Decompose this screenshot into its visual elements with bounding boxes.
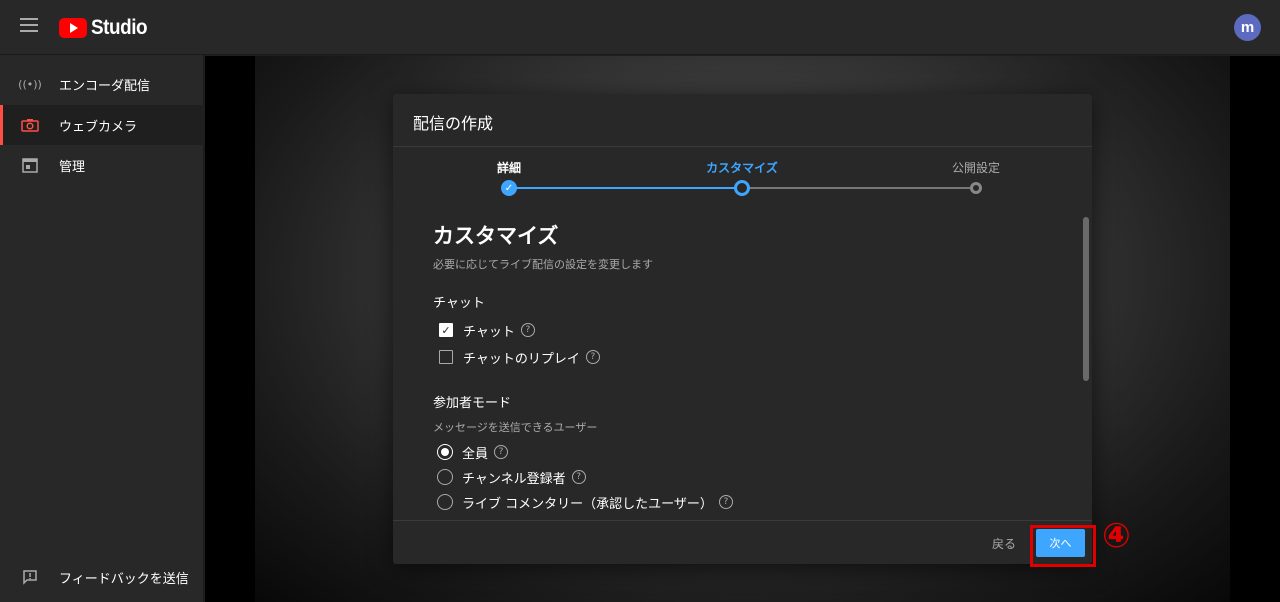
section-heading: カスタマイズ — [433, 224, 559, 248]
studio-logo[interactable]: Studio — [59, 16, 153, 40]
broadcast-icon: ((•)) — [18, 77, 42, 91]
logo-text: Studio — [91, 16, 148, 39]
section-description: 必要に応じてライブ配信の設定を変更します — [433, 258, 653, 271]
step-customize-label[interactable]: カスタマイズ — [706, 159, 778, 176]
sidebar-item-label: 管理 — [59, 159, 86, 175]
step-todo-dot — [970, 182, 982, 194]
commentary-radio[interactable] — [437, 494, 453, 510]
help-icon[interactable]: ? — [718, 495, 733, 509]
dialog-scrollbar[interactable] — [1083, 217, 1089, 381]
participant-group-subtitle: メッセージを送信できるユーザー — [433, 421, 598, 434]
stepper: 詳細 カスタマイズ 公開設定 ✓ — [393, 147, 1092, 207]
top-bar: Studio m — [0, 0, 1280, 55]
create-stream-dialog: 配信の作成 詳細 カスタマイズ 公開設定 ✓ カスタマイズ 必要に応じてライブ配… — [393, 94, 1092, 564]
sidebar-item-label: フィードバックを送信 — [59, 571, 189, 587]
help-icon[interactable]: ? — [585, 350, 600, 364]
step-current-dot — [734, 180, 750, 196]
youtube-logo-icon — [59, 18, 87, 38]
chat-checkbox[interactable]: ✓ — [439, 323, 453, 337]
subscribers-radio-label: チャンネル登録者 — [462, 471, 566, 487]
sidebar-item-label: ウェブカメラ — [59, 119, 138, 135]
help-icon[interactable]: ? — [494, 445, 509, 459]
chat-replay-checkbox-label: チャットのリプレイ — [463, 351, 580, 367]
step-remaining-line — [742, 187, 976, 189]
back-button[interactable]: 戻る — [992, 535, 1016, 552]
chat-replay-checkbox[interactable] — [439, 350, 453, 364]
step-visibility-label[interactable]: 公開設定 — [952, 159, 1000, 176]
chat-checkbox-label: チャット — [463, 324, 515, 340]
step-details-label[interactable]: 詳細 — [497, 159, 521, 176]
help-icon[interactable]: ? — [520, 323, 535, 337]
participant-commentary-radio-row[interactable]: ライブ コメンタリー（承認したユーザー） ? — [437, 492, 733, 512]
highlight-box — [1030, 525, 1096, 567]
commentary-radio-label: ライブ コメンタリー（承認したユーザー） — [462, 496, 713, 512]
participant-group-title: 参加者モード — [433, 396, 512, 411]
help-icon[interactable]: ? — [571, 470, 586, 484]
participant-subscribers-radio-row[interactable]: チャンネル登録者 ? — [437, 467, 586, 487]
dialog-title: 配信の作成 — [413, 114, 494, 133]
sidebar-item-feedback[interactable]: フィードバックを送信 — [0, 557, 204, 597]
chat-replay-checkbox-row[interactable]: チャットのリプレイ ? — [439, 347, 600, 367]
everyone-radio[interactable] — [437, 444, 453, 460]
sidebar-item-encoder[interactable]: ((•)) エンコーダ配信 — [0, 64, 204, 104]
chat-group-title: チャット — [433, 296, 485, 311]
feedback-icon — [20, 567, 40, 587]
avatar[interactable]: m — [1234, 14, 1261, 41]
check-icon: ✓ — [501, 180, 517, 196]
camera-icon — [20, 115, 40, 135]
everyone-radio-label: 全員 — [462, 446, 489, 462]
step-progress-line — [509, 187, 742, 189]
participant-everyone-radio-row[interactable]: 全員 ? — [437, 442, 509, 462]
sidebar-item-manage[interactable]: 管理 — [0, 145, 204, 185]
sidebar-item-label: エンコーダ配信 — [59, 78, 151, 94]
sidebar: ((•)) エンコーダ配信 ウェブカメラ 管理 フィードバックを送信 — [0, 55, 204, 602]
sidebar-item-webcam[interactable]: ウェブカメラ — [0, 105, 204, 145]
menu-icon[interactable] — [20, 18, 38, 32]
subscribers-radio[interactable] — [437, 469, 453, 485]
calendar-icon — [20, 155, 40, 175]
dialog-footer: 戻る 次へ — [393, 520, 1092, 564]
chat-checkbox-row[interactable]: ✓ チャット ? — [439, 320, 535, 340]
step-annotation: ④ — [1102, 516, 1131, 556]
